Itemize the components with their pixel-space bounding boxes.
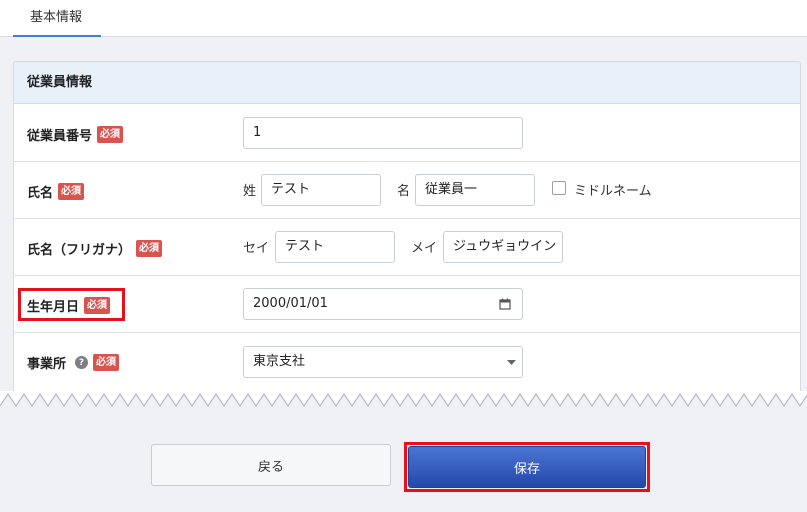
name-kana-label-group: 氏名（フリガナ） 必須 bbox=[27, 239, 163, 258]
office-row: 事業所 ? 必須 東京支社 bbox=[14, 333, 800, 390]
first-name-kana-input[interactable]: ジュウギョウイン bbox=[443, 231, 563, 263]
office-select[interactable]: 東京支社 bbox=[243, 346, 523, 378]
required-badge: 必須 bbox=[93, 354, 120, 371]
name-label: 氏名 bbox=[27, 186, 54, 201]
last-name-input[interactable]: テスト bbox=[261, 174, 381, 206]
birthdate-row: 生年月日 必須 2000/01/01 bbox=[14, 276, 800, 333]
birthdate-value: 2000/01/01 bbox=[253, 296, 328, 311]
employee-info-panel: 従業員情報 従業員番号 必須 1 氏名 必須 姓 テスト 名 従業員一 ミドルネ… bbox=[13, 61, 801, 391]
last-name-kana-label: セイ bbox=[243, 241, 270, 256]
office-label: 事業所 bbox=[27, 357, 67, 372]
section-title: 従業員情報 bbox=[14, 62, 800, 104]
birthdate-input[interactable]: 2000/01/01 bbox=[243, 288, 523, 320]
name-label-group: 氏名 必須 bbox=[27, 182, 85, 201]
save-button[interactable]: 保存 bbox=[408, 446, 646, 488]
employee-number-label: 従業員番号 bbox=[27, 129, 93, 144]
employee-number-input[interactable]: 1 bbox=[243, 117, 523, 149]
required-badge: 必須 bbox=[58, 183, 85, 200]
required-badge: 必須 bbox=[84, 297, 111, 314]
first-name-input[interactable]: 従業員一 bbox=[415, 174, 535, 206]
name-row: 氏名 必須 姓 テスト 名 従業員一 ミドルネーム bbox=[14, 162, 800, 219]
required-badge: 必須 bbox=[97, 126, 124, 143]
back-button[interactable]: 戻る bbox=[151, 444, 391, 486]
chevron-down-icon bbox=[507, 360, 516, 365]
employee-number-row: 従業員番号 必須 1 bbox=[14, 105, 800, 162]
name-kana-label: 氏名（フリガナ） bbox=[27, 243, 132, 258]
middle-name-label[interactable]: ミドルネーム bbox=[574, 180, 652, 199]
cut-edge-divider bbox=[0, 391, 807, 408]
question-circle-icon[interactable]: ? bbox=[75, 356, 89, 369]
required-badge: 必須 bbox=[136, 240, 163, 257]
last-name-kana-input[interactable]: テスト bbox=[275, 231, 395, 263]
name-kana-row: 氏名（フリガナ） 必須 セイ テスト メイ ジュウギョウイン bbox=[14, 219, 800, 276]
calendar-icon[interactable] bbox=[499, 298, 511, 310]
first-name-kana-label: メイ bbox=[411, 241, 438, 256]
employee-number-label-group: 従業員番号 必須 bbox=[27, 125, 124, 144]
last-name-label: 姓 bbox=[243, 184, 257, 199]
office-label-group: 事業所 ? 必須 bbox=[27, 353, 120, 372]
office-selected-value: 東京支社 bbox=[253, 354, 306, 369]
birthdate-label: 生年月日 bbox=[27, 300, 80, 315]
middle-name-checkbox[interactable] bbox=[552, 181, 566, 195]
birthdate-label-group: 生年月日 必須 bbox=[27, 296, 111, 315]
tab-basic-info[interactable]: 基本情報 bbox=[13, 0, 101, 37]
first-name-label: 名 bbox=[397, 184, 411, 199]
tab-bar: 基本情報 bbox=[0, 0, 807, 37]
